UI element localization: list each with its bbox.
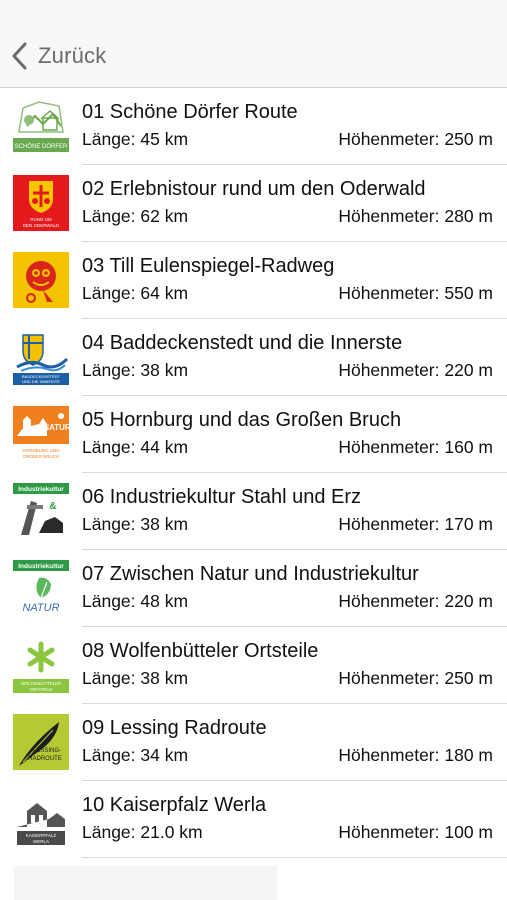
route-logo-wolfenbuetteler-ortsteile: WOLFENBÜTTELER ORTSTEILE bbox=[13, 637, 69, 693]
route-title: 04 Baddeckenstedt und die Innerste bbox=[82, 332, 403, 354]
chevron-left-icon bbox=[10, 41, 30, 71]
route-list: SCHÖNE DÖRFER 01 Schöne Dörfer Route Län… bbox=[0, 88, 507, 858]
route-elevation: Höhenmeter: 550 m bbox=[338, 283, 493, 303]
route-logo-oderwald: RUND UM DEN ODERWALD bbox=[13, 175, 69, 231]
svg-text:RUND UM: RUND UM bbox=[30, 217, 51, 222]
svg-text:Industriekultur: Industriekultur bbox=[18, 563, 64, 570]
route-elevation: Höhenmeter: 280 m bbox=[338, 206, 493, 226]
svg-text:Industriekultur: Industriekultur bbox=[18, 486, 64, 493]
route-length: Länge: 34 km bbox=[82, 745, 189, 765]
svg-text:DEN ODERWALD: DEN ODERWALD bbox=[23, 223, 60, 228]
svg-text:KAISERPFALZ: KAISERPFALZ bbox=[26, 833, 57, 838]
svg-text:ORTSTEILE: ORTSTEILE bbox=[29, 687, 52, 692]
route-length: Länge: 38 km bbox=[82, 360, 189, 380]
route-logo-natur-industriekultur: Industriekultur NATUR bbox=[13, 560, 69, 616]
route-title: 09 Lessing Radroute bbox=[82, 717, 267, 739]
svg-text:NATUR: NATUR bbox=[43, 423, 69, 432]
svg-text:NATUR: NATUR bbox=[22, 602, 59, 614]
route-title: 03 Till Eulenspiegel-Radweg bbox=[82, 255, 335, 277]
route-length: Länge: 44 km bbox=[82, 437, 189, 457]
route-logo-lessing: LESSING- RADROUTE bbox=[13, 714, 69, 770]
route-elevation: Höhenmeter: 180 m bbox=[338, 745, 493, 765]
route-row-02[interactable]: RUND UM DEN ODERWALD 02 Erlebnistour run… bbox=[0, 165, 507, 242]
route-length: Länge: 21.0 km bbox=[82, 822, 203, 842]
svg-text:GROßES BRUCH: GROßES BRUCH bbox=[23, 454, 59, 459]
route-length: Länge: 38 km bbox=[82, 514, 189, 534]
row-divider bbox=[82, 857, 507, 858]
back-label: Zurück bbox=[38, 43, 107, 68]
route-title: 01 Schöne Dörfer Route bbox=[82, 101, 298, 123]
route-row-07[interactable]: Industriekultur NATUR 07 Zwischen Natur … bbox=[0, 550, 507, 627]
route-row-04[interactable]: BADDECKENSTEDT UND DIE INNERSTE 04 Badde… bbox=[0, 319, 507, 396]
route-title: 10 Kaiserpfalz Werla bbox=[82, 794, 267, 816]
route-logo-baddeckenstedt: BADDECKENSTEDT UND DIE INNERSTE bbox=[13, 329, 69, 385]
route-logo-kaiserpfalz-werla: KAISERPFALZ WERLA bbox=[13, 791, 69, 847]
route-length: Länge: 45 km bbox=[82, 129, 189, 149]
route-title: 08 Wolfenbütteler Ortsteile bbox=[82, 640, 319, 662]
route-elevation: Höhenmeter: 250 m bbox=[338, 129, 493, 149]
route-logo-eulenspiegel bbox=[13, 252, 69, 308]
route-row-09[interactable]: LESSING- RADROUTE 09 Lessing Radroute Lä… bbox=[0, 704, 507, 781]
route-row-06[interactable]: Industriekultur & 06 Industriekultur Sta… bbox=[0, 473, 507, 550]
route-title: 07 Zwischen Natur und Industriekultur bbox=[82, 563, 419, 585]
route-row-05[interactable]: NATUR HORNBURG UND GROßES BRUCH 05 Hornb… bbox=[0, 396, 507, 473]
svg-text:HORNBURG UND: HORNBURG UND bbox=[22, 448, 60, 453]
route-row-01[interactable]: SCHÖNE DÖRFER 01 Schöne Dörfer Route Län… bbox=[0, 88, 507, 165]
route-row-08[interactable]: WOLFENBÜTTELER ORTSTEILE 08 Wolfenbüttel… bbox=[0, 627, 507, 704]
svg-text:LESSING-: LESSING- bbox=[33, 748, 61, 754]
route-logo-hornburg: NATUR HORNBURG UND GROßES BRUCH bbox=[13, 406, 69, 462]
route-title: 06 Industriekultur Stahl und Erz bbox=[82, 486, 362, 508]
route-elevation: Höhenmeter: 250 m bbox=[338, 668, 493, 688]
route-elevation: Höhenmeter: 170 m bbox=[338, 514, 493, 534]
route-title: 05 Hornburg und das Großen Bruch bbox=[82, 409, 402, 431]
route-elevation: Höhenmeter: 220 m bbox=[338, 591, 493, 611]
route-logo-industriekultur: Industriekultur & bbox=[13, 483, 69, 539]
svg-text:WOLFENBÜTTELER: WOLFENBÜTTELER bbox=[21, 681, 61, 686]
route-length: Länge: 38 km bbox=[82, 668, 189, 688]
route-elevation: Höhenmeter: 160 m bbox=[338, 437, 493, 457]
route-logo-schoene-doerfer: SCHÖNE DÖRFER bbox=[13, 98, 69, 154]
empty-placeholder bbox=[14, 866, 277, 900]
route-length: Länge: 64 km bbox=[82, 283, 189, 303]
svg-text:SCHÖNE DÖRFER: SCHÖNE DÖRFER bbox=[15, 143, 68, 150]
svg-text:RADROUTE: RADROUTE bbox=[28, 756, 62, 762]
route-length: Länge: 62 km bbox=[82, 206, 189, 226]
route-length: Länge: 48 km bbox=[82, 591, 189, 611]
svg-text:WERLA: WERLA bbox=[33, 839, 49, 844]
svg-text:&: & bbox=[49, 501, 56, 512]
svg-text:UND DIE INNERSTE: UND DIE INNERSTE bbox=[22, 379, 60, 384]
navigation-bar: Zurück bbox=[0, 0, 507, 88]
route-elevation: Höhenmeter: 100 m bbox=[338, 822, 493, 842]
route-row-10[interactable]: KAISERPFALZ WERLA 10 Kaiserpfalz Werla L… bbox=[0, 781, 507, 858]
route-row-03[interactable]: 03 Till Eulenspiegel-Radweg Länge: 64 km… bbox=[0, 242, 507, 319]
back-button[interactable]: Zurück bbox=[10, 40, 106, 72]
route-title: 02 Erlebnistour rund um den Oderwald bbox=[82, 178, 426, 200]
route-elevation: Höhenmeter: 220 m bbox=[338, 360, 493, 380]
